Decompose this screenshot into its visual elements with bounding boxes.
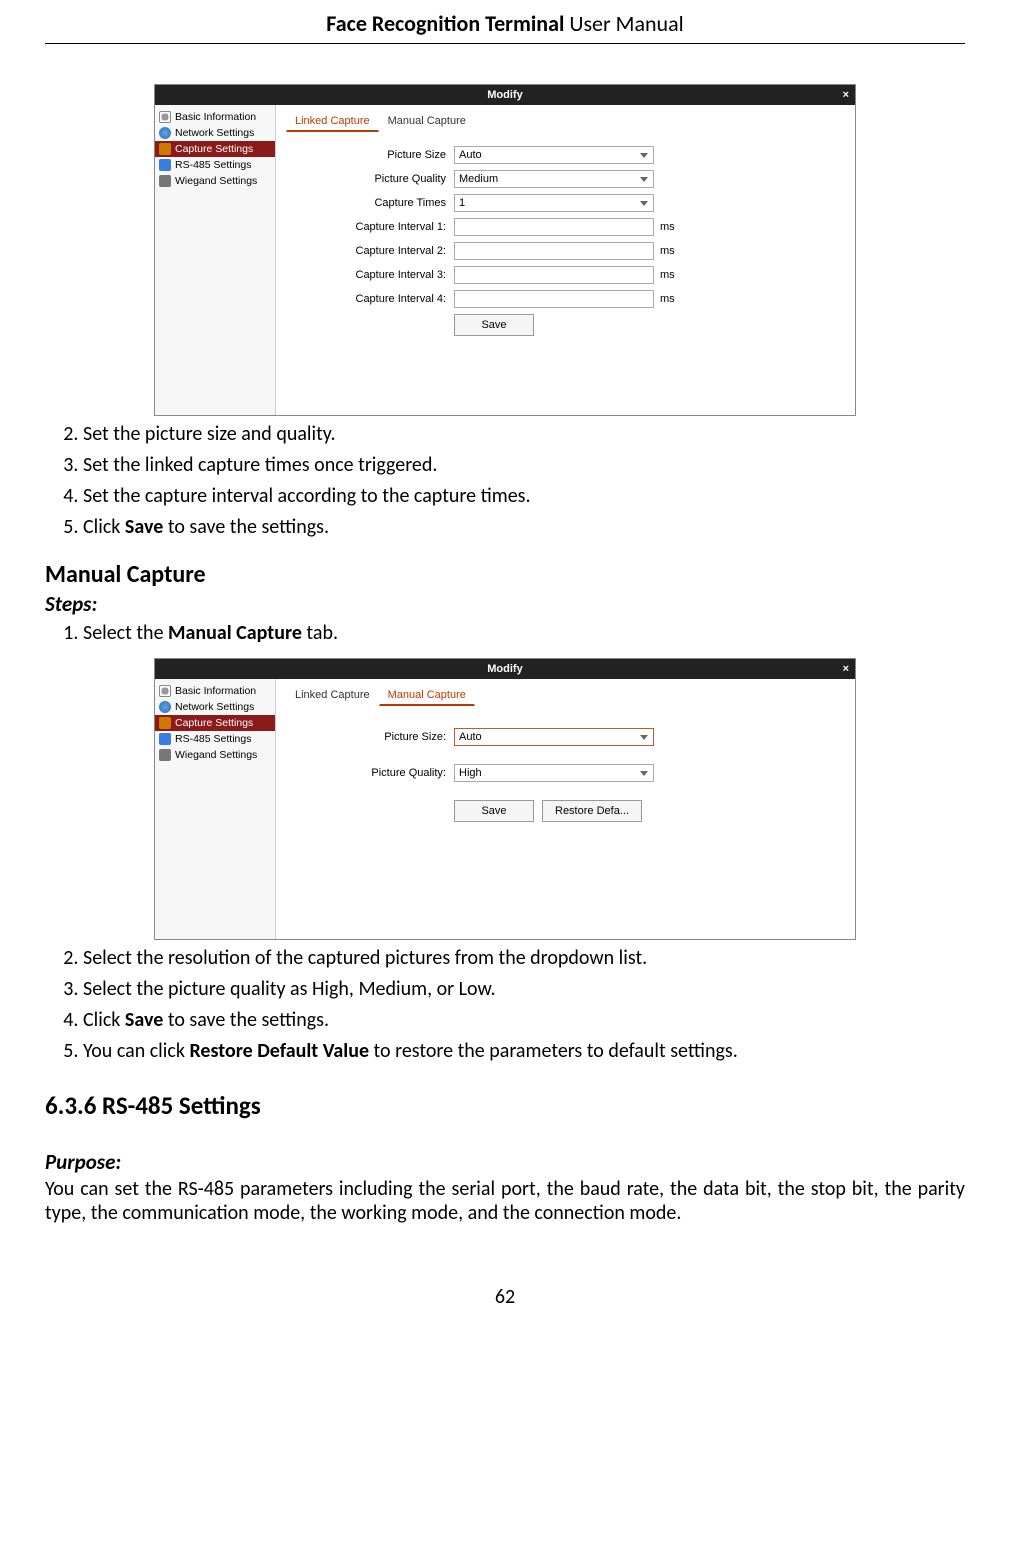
- sidebar-item-label: RS-485 Settings: [175, 733, 251, 745]
- list-item: Click Save to save the settings.: [83, 513, 965, 542]
- sidebar-item-label: Wiegand Settings: [175, 175, 257, 187]
- interval3-input[interactable]: [454, 266, 654, 284]
- list-item: Set the picture size and quality.: [83, 420, 965, 449]
- page-number: 62: [45, 1285, 965, 1309]
- dialog-title: Modify: [155, 659, 855, 679]
- sidebar-item-rs485[interactable]: RS-485 Settings: [155, 731, 275, 747]
- label-capture-times: Capture Times: [286, 197, 454, 209]
- tab-linked-capture[interactable]: Linked Capture: [286, 111, 379, 132]
- camera-icon: [159, 717, 171, 729]
- heading-manual-capture: Manual Capture: [45, 560, 965, 589]
- interval4-input[interactable]: [454, 290, 654, 308]
- sidebar: Basic Information Network Settings Captu…: [155, 105, 276, 415]
- label-picture-quality: Picture Quality: [286, 173, 454, 185]
- label-interval1: Capture Interval 1:: [286, 221, 454, 233]
- close-icon[interactable]: ×: [843, 85, 849, 105]
- label-picture-quality: Picture Quality:: [286, 767, 454, 779]
- sidebar: Basic Information Network Settings Captu…: [155, 679, 276, 939]
- modify-dialog-manual: Modify × Basic Information Network Setti…: [154, 658, 856, 940]
- steps-list-b-2: Select the resolution of the captured pi…: [45, 944, 965, 1066]
- sidebar-item-label: Wiegand Settings: [175, 749, 257, 761]
- save-button[interactable]: Save: [454, 800, 534, 822]
- close-icon[interactable]: ×: [843, 659, 849, 679]
- unit-ms: ms: [660, 269, 680, 281]
- label-picture-size: Picture Size: [286, 149, 454, 161]
- restore-default-button[interactable]: Restore Defa...: [542, 800, 642, 822]
- sidebar-item-label: Basic Information: [175, 685, 256, 697]
- picture-size-select[interactable]: [454, 146, 654, 164]
- unit-ms: ms: [660, 245, 680, 257]
- globe-icon: [159, 127, 171, 139]
- save-button[interactable]: Save: [454, 314, 534, 336]
- page-header: Face Recognition Terminal User Manual: [45, 10, 965, 44]
- steps-list-a: Set the picture size and quality. Set th…: [45, 420, 965, 542]
- sidebar-item-basic-info[interactable]: Basic Information: [155, 109, 275, 125]
- list-item: Select the resolution of the captured pi…: [83, 944, 965, 973]
- list-item: Set the capture interval according to th…: [83, 482, 965, 511]
- globe-icon: [159, 701, 171, 713]
- sidebar-item-capture[interactable]: Capture Settings: [155, 141, 275, 157]
- list-item: Select the picture quality as High, Medi…: [83, 975, 965, 1004]
- sidebar-item-label: Capture Settings: [175, 717, 253, 729]
- sidebar-item-capture[interactable]: Capture Settings: [155, 715, 275, 731]
- label-interval2: Capture Interval 2:: [286, 245, 454, 257]
- picture-quality-select[interactable]: [454, 170, 654, 188]
- interval2-input[interactable]: [454, 242, 654, 260]
- steps-label: Steps:: [45, 591, 965, 617]
- list-item: Select the Manual Capture tab.: [83, 619, 965, 648]
- list-item: You can click Restore Default Value to r…: [83, 1037, 965, 1066]
- interval1-input[interactable]: [454, 218, 654, 236]
- picture-quality-select[interactable]: [454, 764, 654, 782]
- dialog-title: Modify: [155, 85, 855, 105]
- header-plain: User Manual: [569, 10, 683, 37]
- modify-dialog-linked: Modify × Basic Information Network Setti…: [154, 84, 856, 416]
- tab-manual-capture[interactable]: Manual Capture: [379, 685, 475, 706]
- capture-times-select[interactable]: [454, 194, 654, 212]
- sidebar-item-label: RS-485 Settings: [175, 159, 251, 171]
- sidebar-item-basic-info[interactable]: Basic Information: [155, 683, 275, 699]
- gear-icon: [159, 685, 171, 697]
- list-item: Click Save to save the settings.: [83, 1006, 965, 1035]
- sidebar-item-label: Network Settings: [175, 701, 254, 713]
- label-picture-size: Picture Size:: [286, 731, 454, 743]
- tab-linked-capture[interactable]: Linked Capture: [286, 685, 379, 706]
- label-interval3: Capture Interval 3:: [286, 269, 454, 281]
- steps-list-b-1: Select the Manual Capture tab.: [45, 619, 965, 648]
- unit-ms: ms: [660, 293, 680, 305]
- gear-icon: [159, 111, 171, 123]
- sidebar-item-label: Capture Settings: [175, 143, 253, 155]
- header-bold: Face Recognition Terminal: [326, 10, 569, 37]
- heading-636: 6.3.6 RS-485 Settings: [45, 1090, 965, 1121]
- sidebar-item-label: Basic Information: [175, 111, 256, 123]
- list-item: Set the linked capture times once trigge…: [83, 451, 965, 480]
- wiegand-icon: [159, 749, 171, 761]
- wiegand-icon: [159, 175, 171, 187]
- sidebar-item-wiegand[interactable]: Wiegand Settings: [155, 173, 275, 189]
- sidebar-item-label: Network Settings: [175, 127, 254, 139]
- rs485-icon: [159, 159, 171, 171]
- purpose-text: You can set the RS-485 parameters includ…: [45, 1177, 965, 1225]
- unit-ms: ms: [660, 221, 680, 233]
- sidebar-item-network[interactable]: Network Settings: [155, 125, 275, 141]
- tab-manual-capture[interactable]: Manual Capture: [379, 111, 475, 132]
- sidebar-item-wiegand[interactable]: Wiegand Settings: [155, 747, 275, 763]
- camera-icon: [159, 143, 171, 155]
- sidebar-item-network[interactable]: Network Settings: [155, 699, 275, 715]
- label-interval4: Capture Interval 4:: [286, 293, 454, 305]
- picture-size-select[interactable]: [454, 728, 654, 746]
- sidebar-item-rs485[interactable]: RS-485 Settings: [155, 157, 275, 173]
- rs485-icon: [159, 733, 171, 745]
- purpose-label: Purpose:: [45, 1149, 965, 1175]
